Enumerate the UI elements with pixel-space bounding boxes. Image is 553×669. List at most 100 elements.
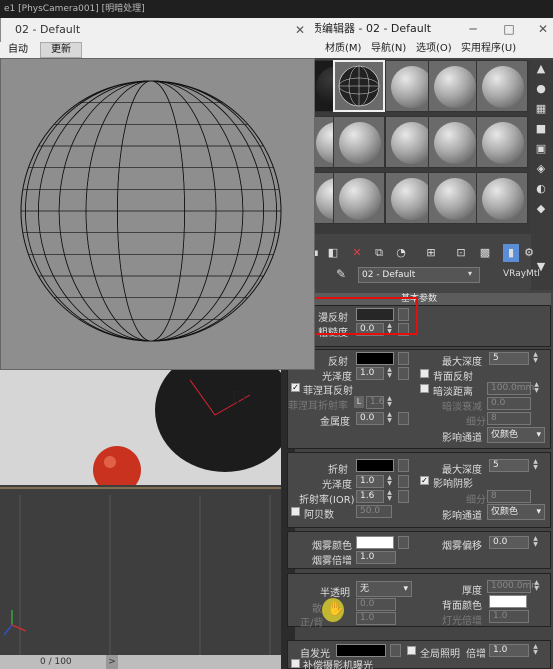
put-to-scene-icon[interactable]: ◧: [325, 244, 341, 262]
back-reflect-checkbox[interactable]: [420, 369, 429, 378]
fwd-back-label: 正/背: [300, 618, 324, 629]
sample-slot[interactable]: [428, 60, 480, 112]
affect-shadows-checkbox[interactable]: ✓: [420, 476, 429, 485]
translucency-select[interactable]: 无 ▾: [356, 581, 412, 597]
close-button[interactable]: ✕: [533, 18, 553, 40]
menu-utilities[interactable]: 实用程序(U): [461, 40, 516, 58]
self-illum-mult-spinner[interactable]: ▲ ▼: [532, 644, 539, 657]
fresnel-ior-lock-button[interactable]: L: [354, 396, 364, 408]
self-illum-map-button[interactable]: [390, 644, 401, 657]
material-id-icon[interactable]: ⊡: [453, 244, 469, 262]
light-mult-input[interactable]: 1.0: [489, 610, 529, 623]
sample-slot[interactable]: [476, 60, 528, 112]
refract-affect-channels-select[interactable]: 仅颜色 ▾: [487, 504, 545, 520]
make-preview-icon[interactable]: ◈: [534, 162, 548, 176]
material-name-field[interactable]: 02 - Default: [358, 267, 480, 283]
fog-color-swatch[interactable]: [356, 536, 394, 549]
options-icon[interactable]: ◐: [534, 182, 548, 196]
sample-slot[interactable]: [333, 172, 385, 224]
fog-bias-spinner[interactable]: ▲ ▼: [532, 536, 539, 549]
menu-material[interactable]: 材质(M): [325, 40, 361, 58]
ior-spinner[interactable]: ▲ ▼: [386, 490, 393, 503]
eyedropper-icon[interactable]: ✎: [336, 267, 346, 281]
maximize-button[interactable]: □: [499, 18, 519, 40]
refract-map-button[interactable]: [398, 459, 409, 472]
make-copy-icon[interactable]: ⧉: [371, 244, 387, 262]
metalness-map-button[interactable]: [398, 412, 409, 425]
reflect-affect-channels-select[interactable]: 仅颜色 ▾: [487, 427, 545, 443]
self-illum-mult-input[interactable]: 1.0: [489, 644, 529, 657]
dim-distance-spinner[interactable]: ▲ ▼: [533, 382, 540, 395]
show-in-viewport-icon[interactable]: ▩: [477, 244, 493, 262]
refract-glossiness-map-button[interactable]: [398, 475, 409, 488]
timeline-next-button[interactable]: >: [106, 655, 118, 669]
ior-map-button[interactable]: [398, 490, 409, 503]
menu-navigation[interactable]: 导航(N): [371, 40, 406, 58]
delete-icon[interactable]: ✕: [349, 244, 365, 262]
reflect-subdivs-input[interactable]: 8: [487, 412, 531, 425]
timeline[interactable]: 0 / 100 >: [0, 655, 281, 669]
preview-menu-auto[interactable]: 自动: [8, 42, 28, 58]
reflect-subdivs-label: 细分: [466, 417, 486, 428]
refract-glossiness-input[interactable]: 1.0: [356, 475, 384, 488]
material-type-button[interactable]: VRayMtl: [503, 269, 540, 279]
make-unique-icon[interactable]: ◔: [393, 244, 409, 262]
put-to-library-icon[interactable]: ⊞: [423, 244, 439, 262]
reflect-glossiness-spinner[interactable]: ▲ ▼: [386, 367, 393, 380]
tiling-icon[interactable]: ■: [534, 122, 548, 136]
compensate-checkbox[interactable]: [291, 659, 300, 668]
sample-slot[interactable]: [333, 116, 385, 168]
backlight-icon[interactable]: ●: [534, 82, 548, 96]
refract-max-depth-spinner[interactable]: ▲ ▼: [532, 459, 539, 472]
reflect-map-button[interactable]: [398, 352, 409, 365]
teapot-object[interactable]: [155, 370, 281, 472]
dim-falloff-input[interactable]: 0.0: [487, 397, 531, 410]
reflect-max-depth-spinner[interactable]: ▲ ▼: [532, 352, 539, 365]
preview-canvas[interactable]: [0, 58, 315, 370]
self-illum-swatch[interactable]: [336, 644, 386, 657]
minimize-button[interactable]: ─: [463, 18, 483, 40]
ior-input[interactable]: 1.6: [356, 490, 384, 503]
sample-slot[interactable]: [428, 116, 480, 168]
fwd-back-input[interactable]: 1.0: [356, 612, 396, 625]
gi-checkbox[interactable]: [407, 646, 416, 655]
abbe-checkbox[interactable]: [291, 507, 300, 516]
preview-menu-update[interactable]: 更新: [40, 42, 82, 58]
fog-color-map-button[interactable]: [398, 536, 409, 549]
sample-slot[interactable]: [476, 116, 528, 168]
background-icon[interactable]: ▦: [534, 102, 548, 116]
back-color-swatch[interactable]: [489, 595, 527, 608]
thickness-input[interactable]: 1000.0mm: [487, 580, 540, 593]
show-end-result-icon[interactable]: ▮: [503, 244, 519, 262]
fresnel-ior-input[interactable]: 1.6: [366, 396, 384, 409]
reflect-glossiness-input[interactable]: 1.0: [356, 367, 384, 380]
video-check-icon[interactable]: ▣: [534, 142, 548, 156]
refract-max-depth-input[interactable]: 5: [489, 459, 529, 472]
sample-slot[interactable]: [476, 172, 528, 224]
go-to-parent-icon[interactable]: ⚙: [521, 244, 537, 262]
scroll-up-icon[interactable]: ▲: [534, 62, 548, 76]
metalness-spinner[interactable]: ▲ ▼: [386, 412, 393, 425]
dim-distance-input[interactable]: 100.0mm: [487, 382, 534, 395]
reflect-label: 反射: [328, 357, 348, 368]
sample-slot[interactable]: [428, 172, 480, 224]
scatter-input[interactable]: 0.0: [356, 598, 396, 611]
fresnel-checkbox[interactable]: ✓: [291, 383, 300, 392]
refract-glossiness-spinner[interactable]: ▲ ▼: [386, 475, 393, 488]
fog-mult-input[interactable]: 1.0: [356, 551, 396, 564]
thickness-spinner[interactable]: ▲ ▼: [533, 580, 540, 593]
reflect-color-swatch[interactable]: [356, 352, 394, 365]
select-by-material-icon[interactable]: ◆: [534, 202, 548, 216]
refract-subdivs-input[interactable]: 8: [487, 490, 531, 503]
sample-slot-selected[interactable]: [333, 60, 385, 112]
metalness-input[interactable]: 0.0: [356, 412, 384, 425]
refract-color-swatch[interactable]: [356, 459, 394, 472]
reflect-glossiness-map-button[interactable]: [398, 367, 409, 380]
preview-close-button[interactable]: ✕: [295, 18, 305, 42]
fog-bias-input[interactable]: 0.0: [489, 536, 529, 549]
menu-options[interactable]: 选项(O): [416, 40, 452, 58]
reflect-max-depth-input[interactable]: 5: [489, 352, 529, 365]
abbe-input[interactable]: 50.0: [356, 505, 392, 518]
fresnel-ior-spinner[interactable]: ▲ ▼: [386, 396, 393, 409]
dim-distance-checkbox[interactable]: [420, 384, 429, 393]
